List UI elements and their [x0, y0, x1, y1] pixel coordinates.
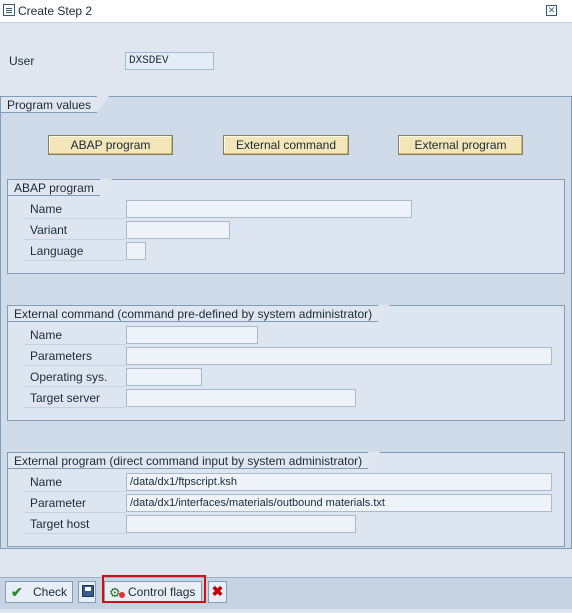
- control-flags-highlight: [102, 575, 206, 603]
- ext-cmd-os-label: Operating sys.: [24, 368, 126, 387]
- save-button[interactable]: [78, 581, 96, 603]
- abap-name-input[interactable]: [126, 200, 412, 218]
- ext-cmd-target-server-input[interactable]: [126, 389, 356, 407]
- program-values-group: Program values ABAP program External com…: [0, 96, 572, 549]
- abap-name-label: Name: [24, 200, 126, 219]
- external-command-header: External command (command pre-defined by…: [7, 305, 391, 322]
- ext-cmd-name-label: Name: [24, 326, 126, 345]
- external-program-button[interactable]: External program: [398, 135, 523, 155]
- check-icon: ✔: [11, 584, 23, 600]
- abap-language-input[interactable]: [126, 242, 146, 260]
- ext-cmd-target-server-label: Target server: [24, 389, 126, 408]
- check-button[interactable]: ✔ Check: [5, 581, 73, 603]
- user-field: DXSDEV: [125, 52, 214, 70]
- abap-variant-label: Variant: [24, 221, 126, 240]
- ext-prog-target-host-input[interactable]: [126, 515, 356, 533]
- close-icon[interactable]: ✕: [546, 5, 557, 16]
- ext-prog-name-input[interactable]: /data/dx1/ftpscript.ksh: [126, 473, 552, 491]
- ext-prog-target-host-label: Target host: [24, 515, 126, 534]
- ext-prog-name-label: Name: [24, 473, 126, 492]
- abap-program-button[interactable]: ABAP program: [48, 135, 173, 155]
- cancel-button[interactable]: ✖: [208, 581, 227, 603]
- footer-toolbar: ✔ Check ⚙ Control flags ✖: [0, 577, 572, 609]
- ext-prog-parameter-input[interactable]: /data/dx1/interfaces/materials/outbound …: [126, 494, 552, 512]
- cancel-icon: ✖: [211, 583, 224, 599]
- external-command-group: External command (command pre-defined by…: [7, 305, 565, 421]
- title-bar: Create Step 2 ✕: [0, 0, 572, 23]
- ext-cmd-name-input[interactable]: [126, 326, 258, 344]
- save-icon: [82, 585, 94, 597]
- program-values-header: Program values: [0, 96, 110, 113]
- abap-program-group: ABAP program Name Variant Language: [7, 179, 565, 274]
- ext-prog-parameter-label: Parameter: [24, 494, 126, 513]
- external-command-button[interactable]: External command: [223, 135, 349, 155]
- create-step-icon: [3, 4, 15, 16]
- check-label: Check: [33, 585, 68, 599]
- abap-language-label: Language: [24, 242, 126, 261]
- ext-cmd-os-input[interactable]: [126, 368, 202, 386]
- window-title: Create Step 2: [18, 4, 93, 18]
- ext-cmd-parameters-label: Parameters: [24, 347, 126, 366]
- abap-program-header: ABAP program: [7, 179, 112, 196]
- abap-variant-input[interactable]: [126, 221, 230, 239]
- user-label: User: [9, 54, 35, 68]
- external-program-header: External program (direct command input b…: [7, 452, 381, 469]
- ext-cmd-parameters-input[interactable]: [126, 347, 552, 365]
- external-program-group: External program (direct command input b…: [7, 452, 565, 547]
